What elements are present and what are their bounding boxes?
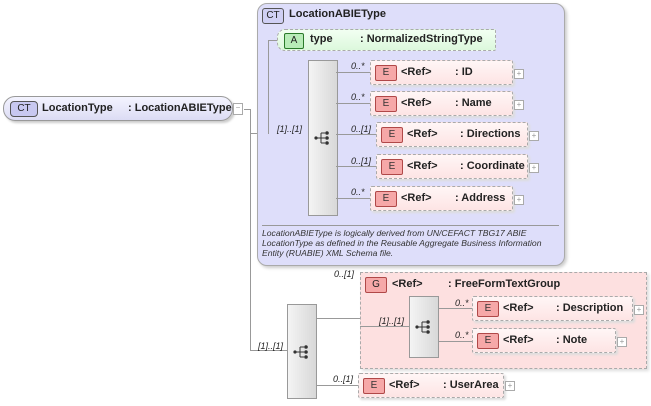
element-name: : Directions [460, 128, 521, 140]
element-name: : ID [455, 66, 473, 78]
element-id[interactable]: E <Ref> : ID [370, 60, 513, 85]
element-badge: E [375, 65, 397, 81]
attribute-name: type [310, 33, 333, 45]
element-badge: E [381, 159, 403, 175]
sequence-compositor[interactable] [287, 304, 317, 399]
element-name: : Note [556, 334, 588, 346]
multiplicity: 0..[1] [333, 374, 354, 384]
connector [250, 109, 251, 351]
element-ref: <Ref> [401, 97, 432, 109]
multiplicity: 0..[1] [351, 156, 372, 166]
element-name: : Description [556, 302, 624, 314]
sequence-icon [415, 320, 430, 334]
element-name: : UserArea [443, 379, 499, 391]
multiplicity: [1]..[1] [258, 341, 284, 351]
multiplicity: 0..* [351, 92, 365, 102]
complex-type-badge: CT [10, 101, 38, 117]
complex-type-title: LocationABIEType [289, 8, 386, 20]
element-name[interactable]: E <Ref> : Name [370, 91, 513, 116]
element-ref: <Ref> [389, 379, 420, 391]
element-ref: <Ref> [503, 302, 534, 314]
expand-button[interactable]: + [505, 381, 515, 391]
element-badge: E [381, 127, 403, 143]
element-badge: E [477, 333, 499, 349]
element-user-area[interactable]: E <Ref> : UserArea [358, 373, 504, 398]
divider [262, 225, 559, 226]
element-ref: <Ref> [407, 160, 438, 172]
element-ref: <Ref> [407, 128, 438, 140]
multiplicity: 0..* [455, 330, 469, 340]
element-badge: E [375, 96, 397, 112]
root-element[interactable]: CT LocationType : LocationABIEType [3, 96, 233, 121]
attribute-type[interactable]: A type : NormalizedStringType [277, 29, 496, 51]
expand-button[interactable]: + [514, 100, 524, 110]
expand-button[interactable]: + [514, 195, 524, 205]
group-name: : FreeFormTextGroup [448, 278, 561, 290]
multiplicity: [1]..[1] [379, 316, 405, 326]
expand-button[interactable]: + [634, 305, 644, 315]
collapse-button[interactable]: − [233, 103, 243, 115]
element-ref: <Ref> [401, 66, 432, 78]
attribute-type-name: : NormalizedStringType [360, 33, 483, 45]
multiplicity: 0..[1] [334, 269, 355, 279]
complex-type-badge: CT [262, 8, 284, 24]
multiplicity: 0..* [351, 187, 365, 197]
documentation-text: LocationABIEType is logically derived fr… [262, 228, 542, 258]
attribute-badge: A [284, 33, 304, 49]
element-note[interactable]: E <Ref> : Note [472, 328, 616, 353]
element-name: : Address [455, 192, 506, 204]
expand-button[interactable]: + [529, 131, 539, 141]
sequence-compositor[interactable] [409, 296, 439, 358]
sequence-icon [314, 131, 329, 145]
element-ref: <Ref> [503, 334, 534, 346]
multiplicity: 0..* [351, 61, 365, 71]
multiplicity: 0..* [455, 298, 469, 308]
element-name: : Coordinate [460, 160, 525, 172]
element-badge: E [363, 378, 385, 394]
element-badge: E [477, 301, 499, 317]
element-name: : Name [455, 97, 492, 109]
root-name: LocationType [42, 102, 113, 114]
sequence-icon [293, 344, 308, 359]
multiplicity: [1]..[1] [277, 124, 303, 134]
sequence-compositor[interactable] [308, 60, 338, 216]
element-address[interactable]: E <Ref> : Address [370, 186, 513, 211]
element-description[interactable]: E <Ref> : Description [472, 296, 633, 321]
expand-button[interactable]: + [617, 337, 627, 347]
element-directions[interactable]: E <Ref> : Directions [376, 122, 528, 147]
element-ref: <Ref> [401, 192, 432, 204]
multiplicity: 0..[1] [351, 124, 372, 134]
group-ref: <Ref> [392, 278, 423, 290]
root-type: : LocationABIEType [128, 102, 232, 114]
group-badge: G [365, 277, 387, 293]
element-coordinate[interactable]: E <Ref> : Coordinate [376, 154, 528, 179]
expand-button[interactable]: + [514, 69, 524, 79]
element-badge: E [375, 191, 397, 207]
expand-button[interactable]: + [529, 163, 539, 173]
